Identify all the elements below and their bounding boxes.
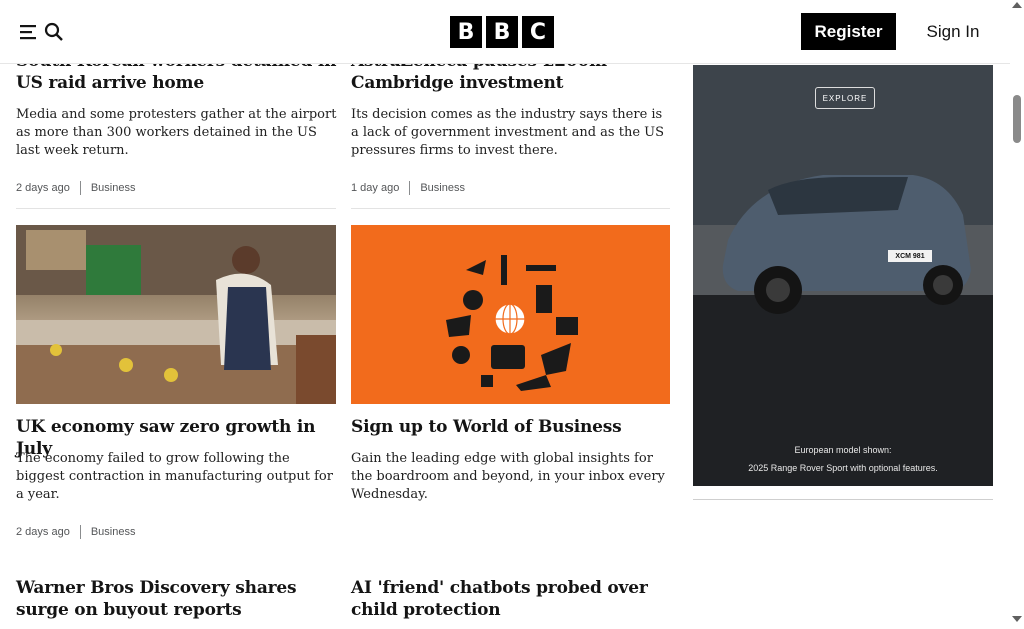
article-meta: 2 days ago Business <box>16 179 338 197</box>
row-divider <box>351 208 670 209</box>
scroll-up-arrow-icon[interactable] <box>1012 2 1022 8</box>
article-meta: 1 day ago Business <box>351 179 673 197</box>
register-button[interactable]: Register <box>801 13 896 50</box>
newsletter-summary: Gain the leading edge with global insigh… <box>351 451 665 502</box>
article-summary: The economy failed to grow following the… <box>16 451 333 502</box>
article-image[interactable] <box>16 225 336 404</box>
menu-search-toggle[interactable] <box>14 15 68 49</box>
meta-separator <box>79 181 81 195</box>
article-time: 2 days ago <box>16 182 70 194</box>
meta-separator <box>409 181 411 195</box>
ad-explore-button[interactable]: EXPLORE <box>815 87 875 109</box>
logo-letter: B <box>450 16 482 48</box>
article-headline[interactable]: Warner Bros Discovery shares surge on bu… <box>16 577 338 621</box>
world-of-business-illustration <box>446 255 578 391</box>
newsletter-image[interactable] <box>351 225 670 404</box>
article-category-link[interactable]: Business <box>420 182 465 194</box>
article-headline[interactable]: AI 'friend' chatbots probed over child p… <box>351 577 673 621</box>
article-summary-block: Its decision comes as the industry says … <box>351 106 673 160</box>
newsletter-summary-block: Gain the leading edge with global insigh… <box>351 450 673 504</box>
scroll-down-arrow-icon[interactable] <box>1012 616 1022 622</box>
car-ad-illustration <box>693 65 993 486</box>
bbc-logo[interactable]: B B C <box>450 16 554 48</box>
scrollbar-thumb[interactable] <box>1013 95 1021 143</box>
row-divider <box>16 208 336 209</box>
logo-letter: C <box>522 16 554 48</box>
article-time: 1 day ago <box>351 182 400 194</box>
article-card[interactable]: AI 'friend' chatbots probed over child p… <box>351 577 673 621</box>
menu-icon[interactable] <box>20 23 40 41</box>
advertisement[interactable]: EXPLORE XCM 981 European model shown: 20… <box>693 65 993 486</box>
site-header: B B C Register Sign In <box>0 0 1010 64</box>
ad-divider <box>693 499 993 500</box>
cafe-photo-illustration <box>16 225 336 404</box>
newsletter-card[interactable]: Sign up to World of Business <box>351 416 673 438</box>
logo-letter: B <box>486 16 518 48</box>
article-summary: Media and some protesters gather at the … <box>16 107 337 158</box>
article-card[interactable]: Warner Bros Discovery shares surge on bu… <box>16 577 338 621</box>
meta-separator <box>79 525 81 539</box>
article-category-link[interactable]: Business <box>91 182 136 194</box>
ad-caption: European model shown: <box>794 445 892 455</box>
article-summary: Its decision comes as the industry says … <box>351 107 665 158</box>
article-summary-block: The economy failed to grow following the… <box>16 450 338 504</box>
newsletter-headline[interactable]: Sign up to World of Business <box>351 416 673 438</box>
ad-caption: 2025 Range Rover Sport with optional fea… <box>748 463 938 473</box>
search-icon[interactable] <box>44 22 64 42</box>
ad-license-plate: XCM 981 <box>895 252 925 260</box>
article-meta: 2 days ago Business <box>16 523 338 541</box>
article-summary-block: Media and some protesters gather at the … <box>16 106 338 160</box>
article-category-link[interactable]: Business <box>91 526 136 538</box>
article-time: 2 days ago <box>16 526 70 538</box>
sign-in-button[interactable]: Sign In <box>912 13 994 50</box>
